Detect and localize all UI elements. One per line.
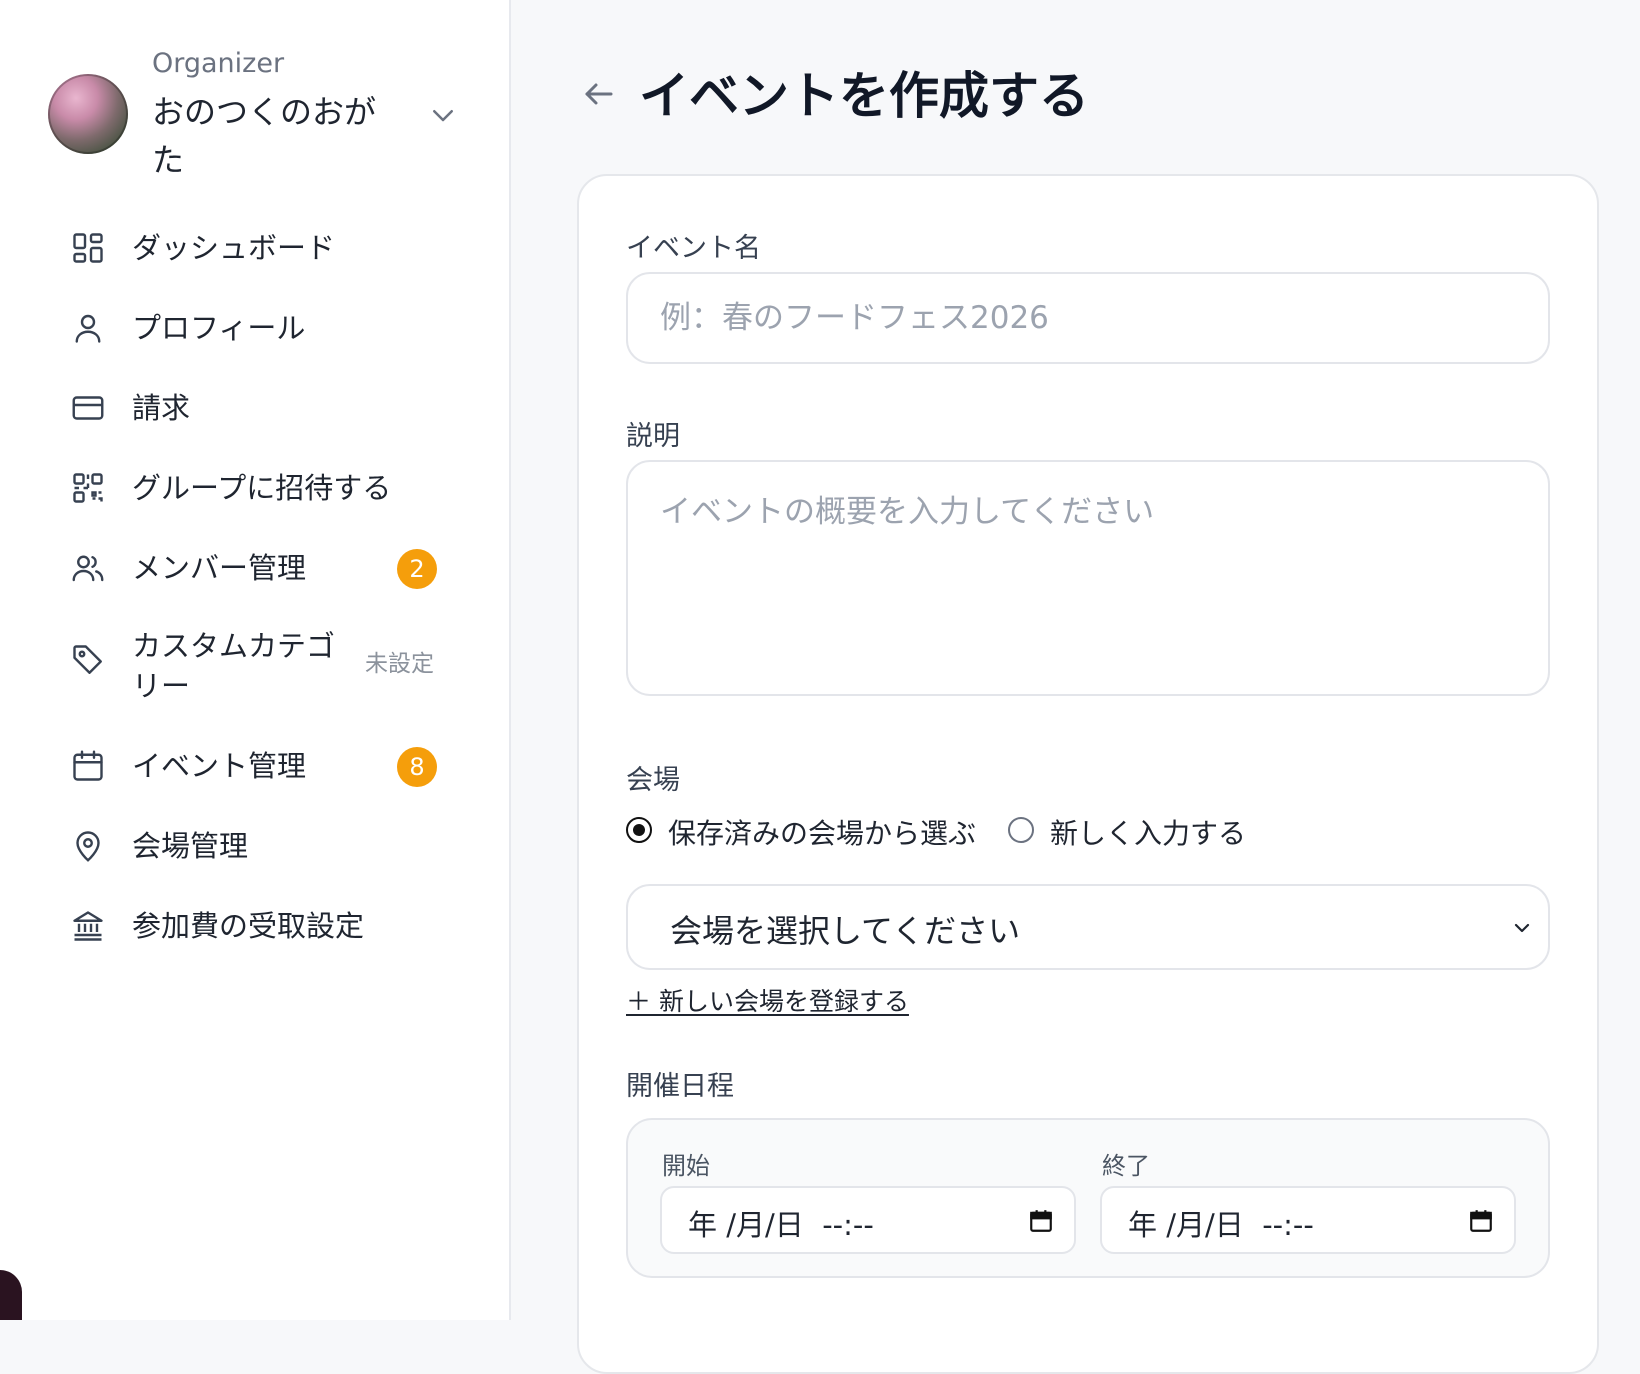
users-icon [72,555,104,582]
org-switcher[interactable]: Organizer おのつくのおがた [48,48,468,179]
chevron-down-icon [1514,923,1530,933]
end-datetime-value: 年 /月/日 --:-- [1128,1208,1314,1242]
event-name-input[interactable] [626,272,1550,364]
end-datetime-input[interactable]: 年 /月/日 --:-- [1100,1186,1516,1254]
org-role: Organizer [152,48,285,79]
avatar [48,74,128,154]
end-label: 終了 [1102,1152,1150,1180]
sidebar-item-label: 参加費の受取設定 [132,909,365,943]
sidebar-item-venues[interactable]: 会場管理 [60,816,450,876]
venue-select[interactable]: 会場を選択してください [626,884,1550,970]
sidebar-item-billing[interactable]: 請求 [60,378,450,438]
sidebar-item-custom-category[interactable]: カスタムカテゴリー 未設定 [60,629,450,703]
sidebar-item-label: プロフィール [132,311,306,345]
sidebar-item-members[interactable]: メンバー管理 2 [60,538,450,598]
sidebar: Organizer おのつくのおがた ダッシュボード プロフィール 請求 グルー… [0,0,511,1320]
start-label: 開始 [662,1152,710,1180]
org-name: おのつくのおがた [152,93,377,179]
calendar-icon[interactable] [1468,1208,1494,1234]
add-venue-link[interactable]: ＋ 新しい会場を登録する [626,982,909,1018]
schedule-box: 開始 終了 年 /月/日 --:-- 年 /月/日 --:-- [626,1118,1550,1278]
description-textarea[interactable] [626,460,1550,696]
back-arrow-icon[interactable] [581,76,617,112]
tag-icon [73,645,102,674]
user-icon [75,314,101,343]
sidebar-item-label: カスタムカテゴリー [132,629,336,703]
map-pin-icon [76,831,100,862]
sidebar-item-label: 請求 [132,391,191,425]
venue-select-value: 会場を選択してください [670,912,1021,950]
sidebar-item-payout-settings[interactable]: 参加費の受取設定 [60,896,450,956]
page-title: イベントを作成する [639,67,1089,125]
radio-saved-venue-label[interactable]: 保存済みの会場から選ぶ [668,812,976,852]
radio-new-venue[interactable] [1008,817,1034,843]
sidebar-item-profile[interactable]: プロフィール [60,298,450,358]
qr-code-icon [73,473,103,503]
sidebar-item-label: イベント管理 [132,749,307,783]
venue-label: 会場 [626,765,680,796]
sidebar-item-events[interactable]: イベント管理 8 [60,736,450,796]
sidebar-item-label: 会場管理 [132,829,249,863]
sidebar-item-label: グループに招待する [132,471,392,505]
calendar-icon [73,750,103,781]
radio-saved-venue[interactable] [626,817,652,843]
credit-card-icon [72,396,104,420]
count-badge: 2 [397,549,437,589]
start-datetime-value: 年 /月/日 --:-- [688,1208,874,1242]
sidebar-item-dashboard[interactable]: ダッシュボード [60,218,450,278]
description-label: 説明 [626,421,680,452]
sidebar-item-label: メンバー管理 [132,551,307,585]
radio-new-venue-label[interactable]: 新しく入力する [1050,812,1246,852]
venue-mode-radio-group: 保存済みの会場から選ぶ 新しく入力する [626,812,1326,852]
start-datetime-input[interactable]: 年 /月/日 --:-- [660,1186,1076,1254]
sidebar-item-invite[interactable]: グループに招待する [60,458,450,518]
dashboard-icon [73,233,103,263]
calendar-icon[interactable] [1028,1208,1054,1234]
status-tag: 未設定 [365,651,434,677]
count-badge: 8 [397,747,437,787]
sidebar-item-label: ダッシュボード [132,231,336,265]
bank-icon [73,911,103,941]
window-corner [0,1270,22,1320]
schedule-label: 開催日程 [626,1071,734,1102]
event-name-label: イベント名 [626,233,761,264]
chevron-down-icon [433,110,453,122]
